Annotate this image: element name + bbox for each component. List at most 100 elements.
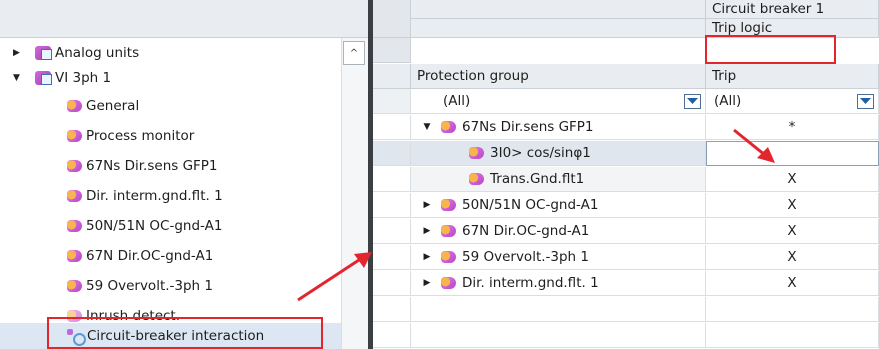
row-header [373, 141, 411, 166]
empty-row [706, 323, 879, 348]
trip-cell[interactable]: * [706, 115, 879, 140]
row-header [373, 89, 411, 114]
header-circuit-breaker: Circuit breaker 1 [706, 0, 879, 19]
tree-item-67ns[interactable]: 67Ns Dir.sens GFP1 [0, 153, 341, 178]
row-header [373, 115, 411, 140]
tree-item-label: VI 3ph 1 [55, 69, 112, 86]
scroll-up-button[interactable]: ^ [343, 41, 365, 65]
row-header [373, 38, 411, 63]
row-header [373, 271, 411, 296]
chevron-up-icon: ^ [349, 47, 359, 59]
function-icon [441, 251, 456, 263]
tree-item-label: 50N/51N OC-gnd-A1 [86, 217, 223, 234]
filter-trip[interactable]: (All) [706, 89, 879, 114]
tree-item-analog-units[interactable]: ▶ Analog units [0, 40, 341, 65]
project-tree-panel: ^ ▶ Analog units ▼ VI 3ph 1 General Proc… [0, 0, 368, 349]
dropdown-arrow-icon[interactable] [684, 93, 701, 109]
row-label: 3I0> cos/sinφ1 [490, 145, 591, 161]
function-icon [469, 147, 484, 159]
collapse-arrow-icon[interactable]: ▼ [12, 73, 21, 83]
row-header [373, 193, 411, 218]
trip-logic-grid: Circuit breaker 1 Trip logic Protection … [373, 0, 879, 349]
tree-item-67n[interactable]: 67N Dir.OC-gnd-A1 [0, 243, 341, 268]
function-icon [441, 121, 456, 133]
tree-item-circuit-breaker-interaction[interactable]: Circuit-breaker interaction [0, 323, 341, 349]
trip-cell[interactable]: X [706, 193, 879, 218]
dropdown-arrow-icon[interactable] [857, 93, 874, 109]
tree-header-bar [0, 0, 368, 38]
column-header-protection-group[interactable]: Protection group [411, 64, 706, 89]
row-label: 67Ns Dir.sens GFP1 [462, 119, 594, 135]
tree-item-label: Inrush detect. [86, 307, 181, 324]
table-row-3i0[interactable]: 3I0> cos/sinφ1 [411, 141, 706, 166]
row-header [373, 323, 411, 348]
function-icon [67, 129, 82, 142]
tree-item-label: Process monitor [86, 127, 195, 144]
tree-item-label: Circuit-breaker interaction [87, 328, 265, 344]
function-icon [67, 99, 82, 112]
function-icon [67, 279, 82, 292]
table-row-67n[interactable]: ▶ 67N Dir.OC-gnd-A1 [411, 219, 706, 244]
row-header [373, 219, 411, 244]
tree-item-vi-3ph-1[interactable]: ▼ VI 3ph 1 [0, 65, 341, 90]
tree-item-label: 67Ns Dir.sens GFP1 [86, 157, 218, 174]
empty-row [411, 323, 706, 348]
row-header [373, 167, 411, 192]
vi-module-icon [35, 70, 52, 85]
trip-cell[interactable]: X [706, 245, 879, 270]
function-icon [441, 199, 456, 211]
function-icon [67, 309, 82, 322]
trip-cell[interactable]: X [706, 219, 879, 244]
row-header [373, 245, 411, 270]
tree-item-59-overvolt[interactable]: 59 Overvolt.-3ph 1 [0, 273, 341, 298]
expand-arrow-icon[interactable]: ▶ [12, 48, 21, 58]
empty-row [411, 297, 706, 322]
table-row-67ns[interactable]: ▼ 67Ns Dir.sens GFP1 [411, 115, 706, 140]
collapse-arrow-icon[interactable]: ▼ [421, 122, 433, 132]
tree-item-label: General [86, 97, 140, 114]
function-icon [469, 173, 484, 185]
tree-item-process-monitor[interactable]: Process monitor [0, 123, 341, 148]
tree-item-dir-interm[interactable]: Dir. interm.gnd.flt. 1 [0, 183, 341, 208]
row-label: 67N Dir.OC-gnd-A1 [462, 223, 590, 239]
corner-cell [373, 0, 411, 38]
column-header-trip[interactable]: Trip [706, 64, 879, 89]
row-label: 59 Overvolt.-3ph 1 [462, 249, 589, 265]
function-icon [441, 225, 456, 237]
tree-item-label: 67N Dir.OC-gnd-A1 [86, 247, 214, 264]
trip-cell-editing[interactable] [706, 141, 879, 166]
trip-cell[interactable]: X [706, 271, 879, 296]
row-label: Dir. interm.gnd.flt. 1 [462, 275, 599, 291]
tree-scrollbar[interactable] [341, 38, 368, 349]
tree-item-label: 59 Overvolt.-3ph 1 [86, 277, 213, 294]
tree-item-label: Dir. interm.gnd.flt. 1 [86, 187, 223, 204]
function-icon [441, 277, 456, 289]
filter-value: (All) [443, 93, 471, 109]
header-empty-2 [411, 19, 706, 38]
row-header [373, 297, 411, 322]
function-icon [67, 189, 82, 202]
tree-item-label: Analog units [55, 44, 140, 61]
table-row-59-overvolt[interactable]: ▶ 59 Overvolt.-3ph 1 [411, 245, 706, 270]
header-empty-1 [411, 0, 706, 19]
row-label: 50N/51N OC-gnd-A1 [462, 197, 599, 213]
table-row-50n-51n[interactable]: ▶ 50N/51N OC-gnd-A1 [411, 193, 706, 218]
row-header [373, 64, 411, 89]
function-icon [67, 249, 82, 262]
function-icon [67, 159, 82, 172]
table-row-dir-interm[interactable]: ▶ Dir. interm.gnd.flt. 1 [411, 271, 706, 296]
function-icon [67, 219, 82, 232]
expand-arrow-icon[interactable]: ▶ [421, 226, 433, 236]
filter-value: (All) [714, 93, 742, 109]
expand-arrow-icon[interactable]: ▶ [421, 278, 433, 288]
tree-item-general[interactable]: General [0, 93, 341, 118]
trip-cell[interactable]: X [706, 167, 879, 192]
expand-arrow-icon[interactable]: ▶ [421, 252, 433, 262]
circuit-breaker-icon [65, 329, 86, 346]
row-label: Trans.Gnd.flt1 [490, 171, 585, 187]
tree-item-50n-51n[interactable]: 50N/51N OC-gnd-A1 [0, 213, 341, 238]
filter-protection-group[interactable]: (All) [411, 89, 706, 114]
analog-units-module-icon [35, 45, 52, 60]
table-row-trans-gnd[interactable]: Trans.Gnd.flt1 [411, 167, 706, 192]
expand-arrow-icon[interactable]: ▶ [421, 200, 433, 210]
